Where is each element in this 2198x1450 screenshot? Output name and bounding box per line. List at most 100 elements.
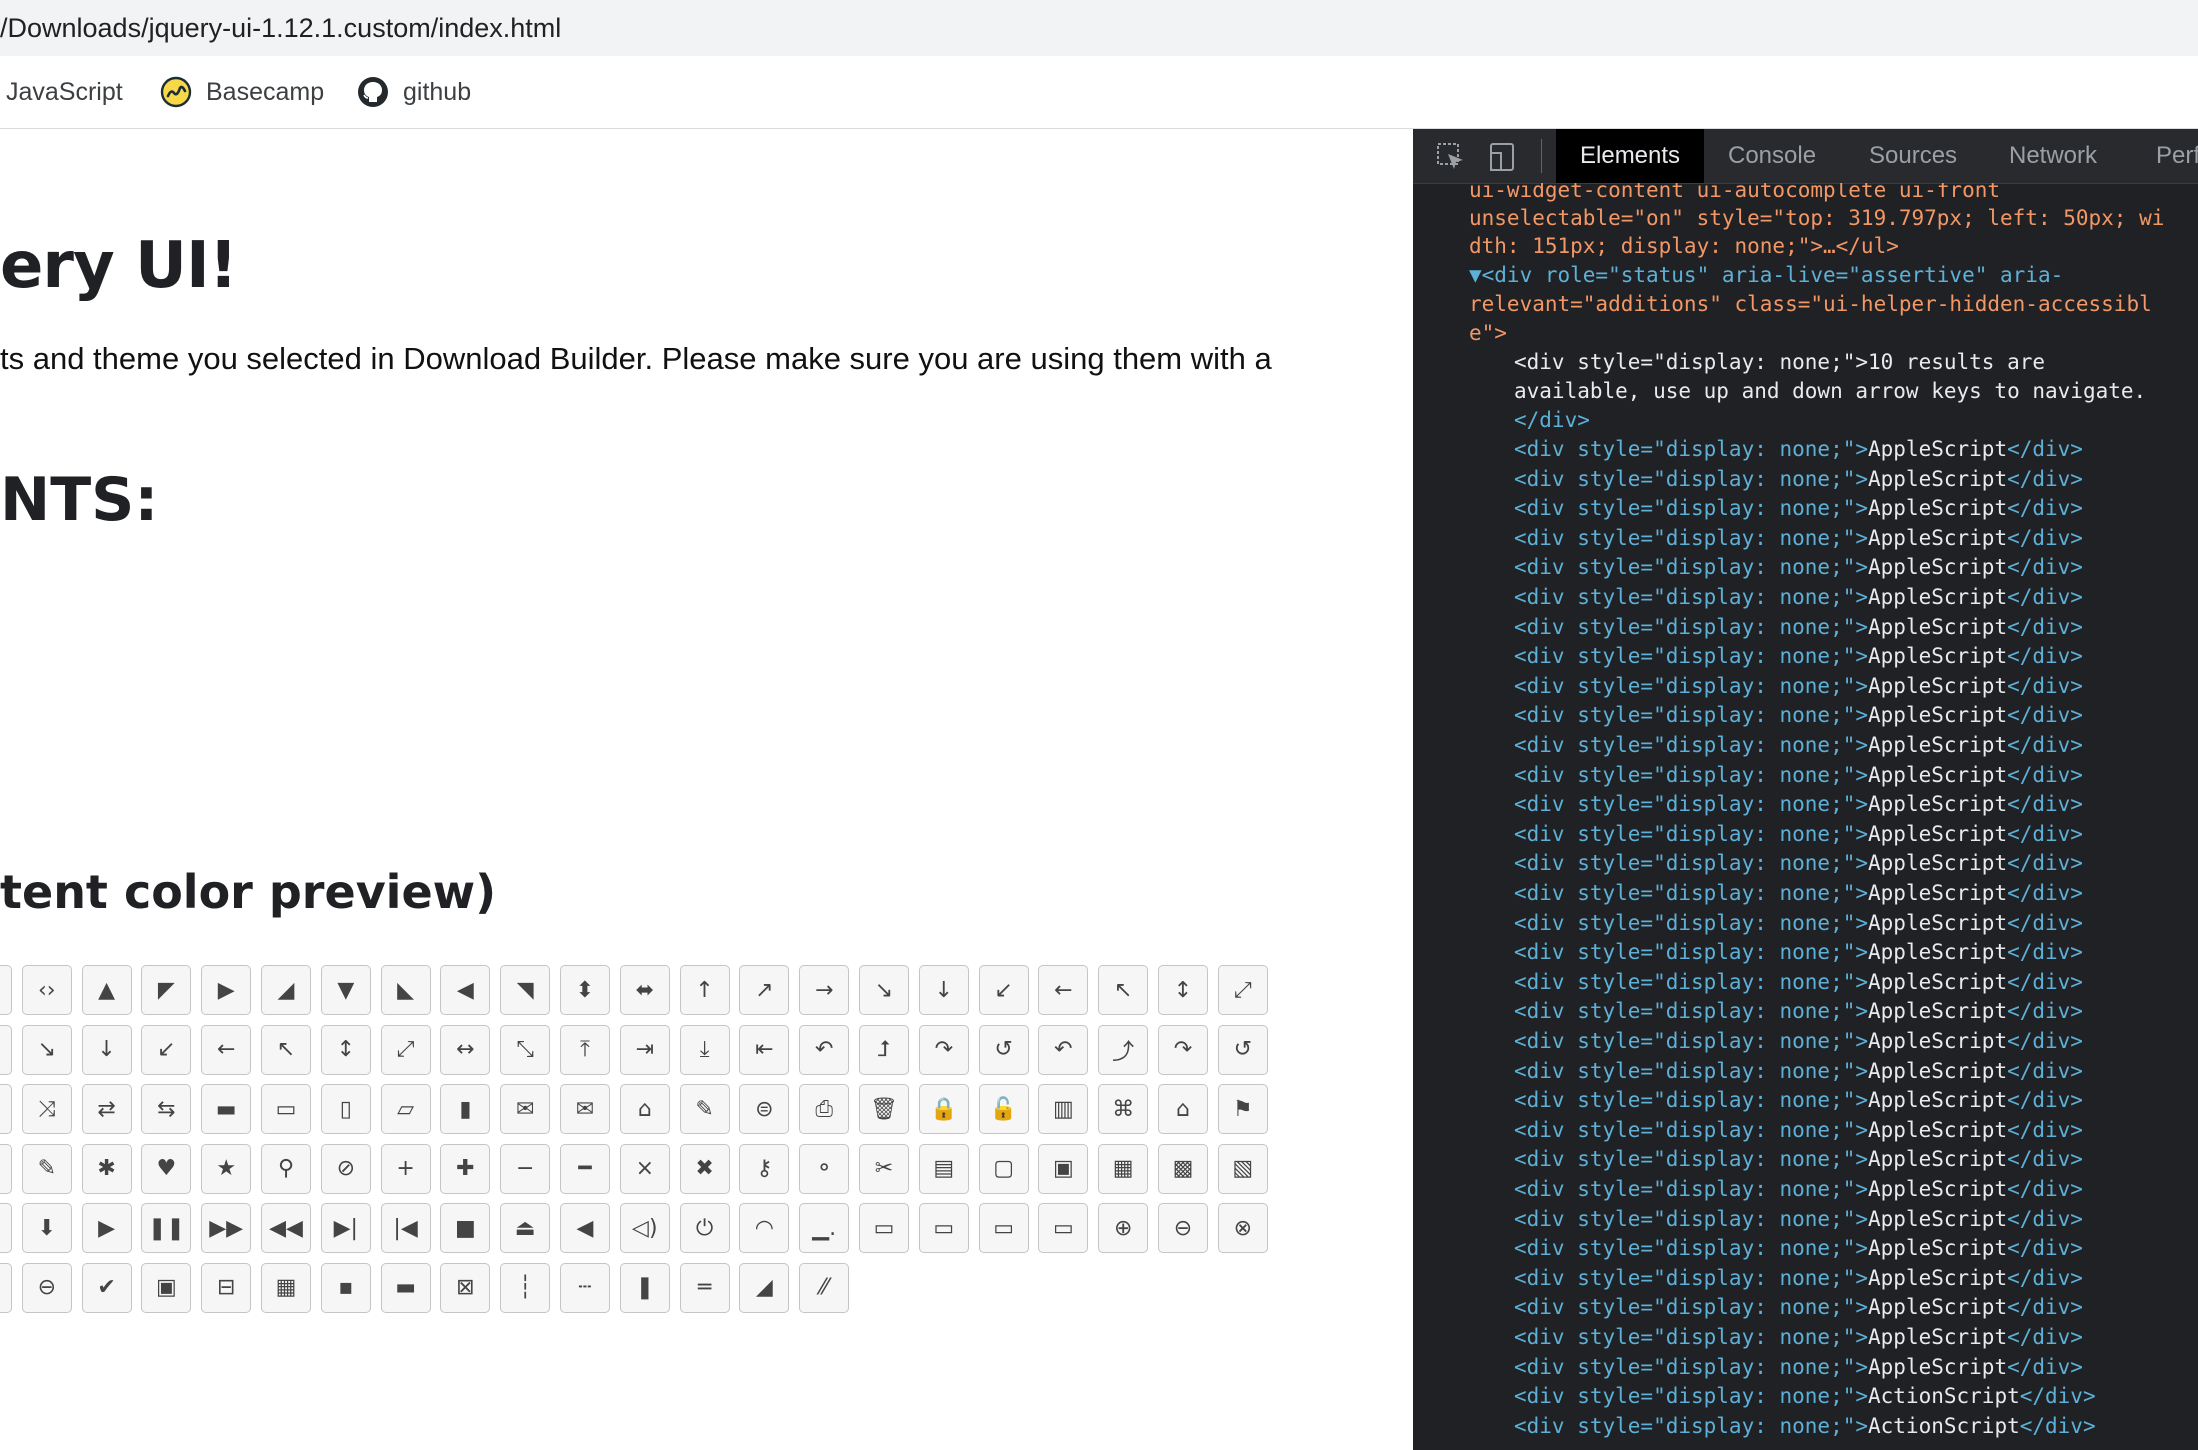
icon-button[interactable]: ← (201, 1024, 252, 1075)
dom-line[interactable]: <div style="display: none;">AppleScript<… (1514, 1115, 2083, 1145)
dom-line[interactable]: <div style="display: none;">AppleScript<… (1514, 908, 2083, 938)
icon-button[interactable]: ⌘ (1098, 1084, 1149, 1134)
dom-line[interactable]: <div style="display: none;">ActionScript… (1514, 1411, 2096, 1441)
dom-line[interactable]: relevant="additions" class="ui-helper-hi… (1469, 289, 2152, 319)
icon-button[interactable]: ⤓ (679, 1024, 730, 1075)
dom-line[interactable]: <div style="display: none;">AppleScript<… (1514, 878, 2083, 908)
dom-line[interactable]: <div style="display: none;">AppleScript<… (1514, 730, 2083, 760)
icon-button[interactable]: ✂ (859, 1143, 909, 1194)
dom-line[interactable]: ui-widget-content ui-autocomplete ui-fro… (1469, 183, 2000, 205)
icon-button[interactable]: ▲ (81, 965, 132, 1015)
icon-button[interactable]: ↷ (918, 1024, 969, 1075)
dom-line[interactable]: dth: 151px; display: none;">…</ul> (1469, 231, 1899, 261)
element-picker-icon[interactable] (1435, 141, 1467, 173)
device-toolbar-icon[interactable] (1487, 141, 1519, 173)
dom-line[interactable]: <div style="display: none;">AppleScript<… (1514, 1174, 2083, 1204)
icon-button[interactable]: ═ (679, 1262, 730, 1313)
icon-button[interactable]: ▥ (1038, 1084, 1089, 1134)
icon-button[interactable]: ◠ (739, 1203, 790, 1253)
icon-button[interactable]: ⚑ (1217, 1084, 1268, 1134)
icon-button[interactable]: ◀ (440, 965, 491, 1015)
dom-line[interactable]: e"> (1469, 318, 1507, 348)
dom-line[interactable]: <div style="display: none;">AppleScript<… (1514, 1144, 2083, 1174)
dom-line[interactable]: </div> (1514, 405, 1590, 435)
icon-button[interactable]: ✱ (81, 1143, 132, 1194)
dom-line[interactable]: <div style="display: none;">AppleScript<… (1514, 937, 2083, 967)
dom-line[interactable]: <div style="display: none;">AppleScript<… (1514, 996, 2083, 1026)
dom-line[interactable]: <div style="display: none;">AppleScript<… (1514, 1204, 2083, 1234)
icon-button[interactable]: ◥ (500, 965, 551, 1015)
dom-line[interactable]: unselectable="on" style="top: 319.797px;… (1469, 203, 2164, 233)
icon-button[interactable]: ✚ (440, 1143, 491, 1194)
dom-line[interactable]: <div style="display: none;">AppleScript<… (1514, 1233, 2083, 1263)
icon-button[interactable]: ↓ (918, 965, 969, 1015)
icon-button[interactable]: ◤ (141, 965, 192, 1015)
icon-button[interactable]: ⇤ (739, 1024, 790, 1075)
icon-button[interactable]: |◀ (380, 1203, 431, 1253)
icon-button[interactable]: ⤢ (380, 1024, 431, 1075)
dom-line[interactable]: <div style="display: none;">AppleScript<… (1514, 1263, 2083, 1293)
icon-button[interactable]: ▼ (320, 965, 371, 1015)
icon-button[interactable]: ▬ (201, 1084, 252, 1134)
icon-button[interactable]: ⊟ (201, 1262, 252, 1313)
dom-line[interactable]: <div style="display: none;">AppleScript<… (1514, 789, 2083, 819)
icon-button[interactable]: ★ (201, 1143, 252, 1194)
icon-button[interactable]: ✎ (679, 1084, 730, 1134)
dom-line[interactable]: ▼<div role="status" aria-live="assertive… (1469, 260, 2063, 290)
icon-button[interactable]: ✖ (679, 1143, 730, 1194)
icon-button[interactable]: ↑ (679, 965, 730, 1015)
tab-sources[interactable]: Sources (1869, 129, 1957, 183)
icon-button[interactable]: ↙ (141, 1024, 192, 1075)
icon-button[interactable]: ⇥ (619, 1024, 670, 1075)
icon-button[interactable]: ┄ (560, 1262, 610, 1313)
icon-button[interactable]: ↘ (21, 1024, 72, 1075)
icon-button[interactable]: ↶ (1038, 1024, 1089, 1075)
tab-console[interactable]: Console (1728, 129, 1816, 183)
icon-button[interactable]: + (380, 1143, 431, 1194)
icon-button[interactable]: ▩ (1158, 1143, 1208, 1194)
icon-button[interactable]: ⤴ (1098, 1024, 1149, 1075)
bookmark-basecamp[interactable]: Basecamp (160, 56, 324, 128)
icon-button[interactable]: ⬇ (21, 1203, 72, 1253)
icon-button[interactable]: ▯ (320, 1084, 371, 1134)
icon-button[interactable]: ↖ (1098, 965, 1149, 1015)
icon-button[interactable]: ▮ (440, 1084, 491, 1134)
icon-button[interactable]: ▭ (1038, 1203, 1089, 1253)
icon-button[interactable]: ↗ (739, 965, 790, 1015)
icon-button[interactable]: ▶ (201, 965, 252, 1015)
icon-button[interactable]: ⤨ (21, 1084, 72, 1134)
icon-button[interactable]: ⇥ (0, 1203, 12, 1253)
dom-line[interactable]: <div style="display: none;">AppleScript<… (1514, 434, 2083, 464)
icon-button[interactable]: ⌂ (1158, 1084, 1208, 1134)
icon-button[interactable]: ◢ (739, 1262, 790, 1313)
icon-button[interactable]: ━ (560, 1143, 610, 1194)
icon-button[interactable]: ▤ (918, 1143, 969, 1194)
icon-button[interactable]: ■ (440, 1203, 491, 1253)
icon-button[interactable]: → (0, 1024, 12, 1075)
icon-button[interactable]: − (500, 1143, 551, 1194)
dom-line[interactable]: <div style="display: none;">ActionScript… (1514, 1381, 2096, 1411)
icon-button[interactable]: ↕ (1158, 965, 1208, 1015)
icon-button[interactable]: ▦ (261, 1262, 311, 1313)
icon-button[interactable]: ◢ (261, 965, 311, 1015)
icon-button[interactable]: ┆ (500, 1262, 551, 1313)
icon-button[interactable]: ♥ (141, 1143, 192, 1194)
icon-button[interactable]: ▪ (320, 1262, 371, 1313)
icon-button[interactable]: ⌂ (619, 1084, 670, 1134)
icon-button[interactable]: ▣ (141, 1262, 192, 1313)
icon-button[interactable]: ▁. (799, 1203, 850, 1253)
icon-button[interactable]: 🔓 (978, 1084, 1029, 1134)
icon-button[interactable]: ⇆ (141, 1084, 192, 1134)
icon-button[interactable]: ▱ (380, 1084, 431, 1134)
icon-button[interactable]: ⚲ (261, 1143, 311, 1194)
icon-button[interactable]: ⊗ (1217, 1203, 1268, 1253)
dom-line[interactable]: <div style="display: none;">AppleScript<… (1514, 967, 2083, 997)
icon-button[interactable]: ▭ (978, 1203, 1029, 1253)
icon-button[interactable]: ▬ (380, 1262, 431, 1313)
dom-line[interactable]: <div style="display: none;">AppleScript<… (1514, 493, 2083, 523)
icon-button[interactable]: ⬌ (619, 965, 670, 1015)
icon-button[interactable]: ⮥ (859, 1024, 909, 1075)
icon-button[interactable]: ❚❚ (141, 1203, 192, 1253)
icon-button[interactable]: ← (1038, 965, 1089, 1015)
icon-button[interactable]: ▭ (859, 1203, 909, 1253)
